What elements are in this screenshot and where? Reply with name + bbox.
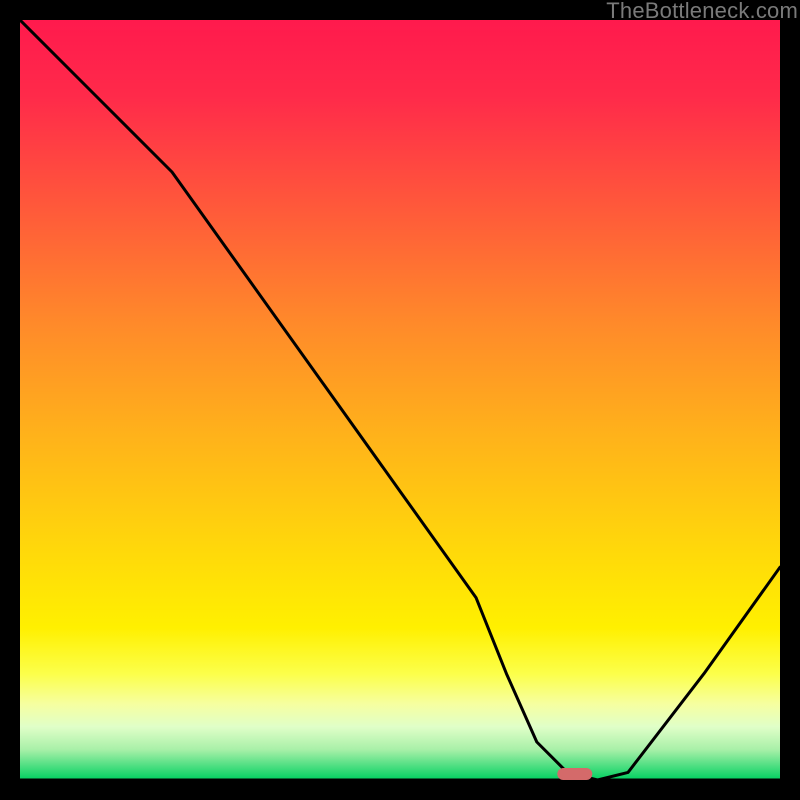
watermark-label: TheBottleneck.com: [606, 0, 798, 24]
chart-svg: [20, 20, 780, 780]
plot-area: [20, 20, 780, 780]
chart-frame: TheBottleneck.com: [0, 0, 800, 800]
minimum-marker: [557, 768, 592, 780]
bottleneck-curve: [20, 20, 780, 780]
